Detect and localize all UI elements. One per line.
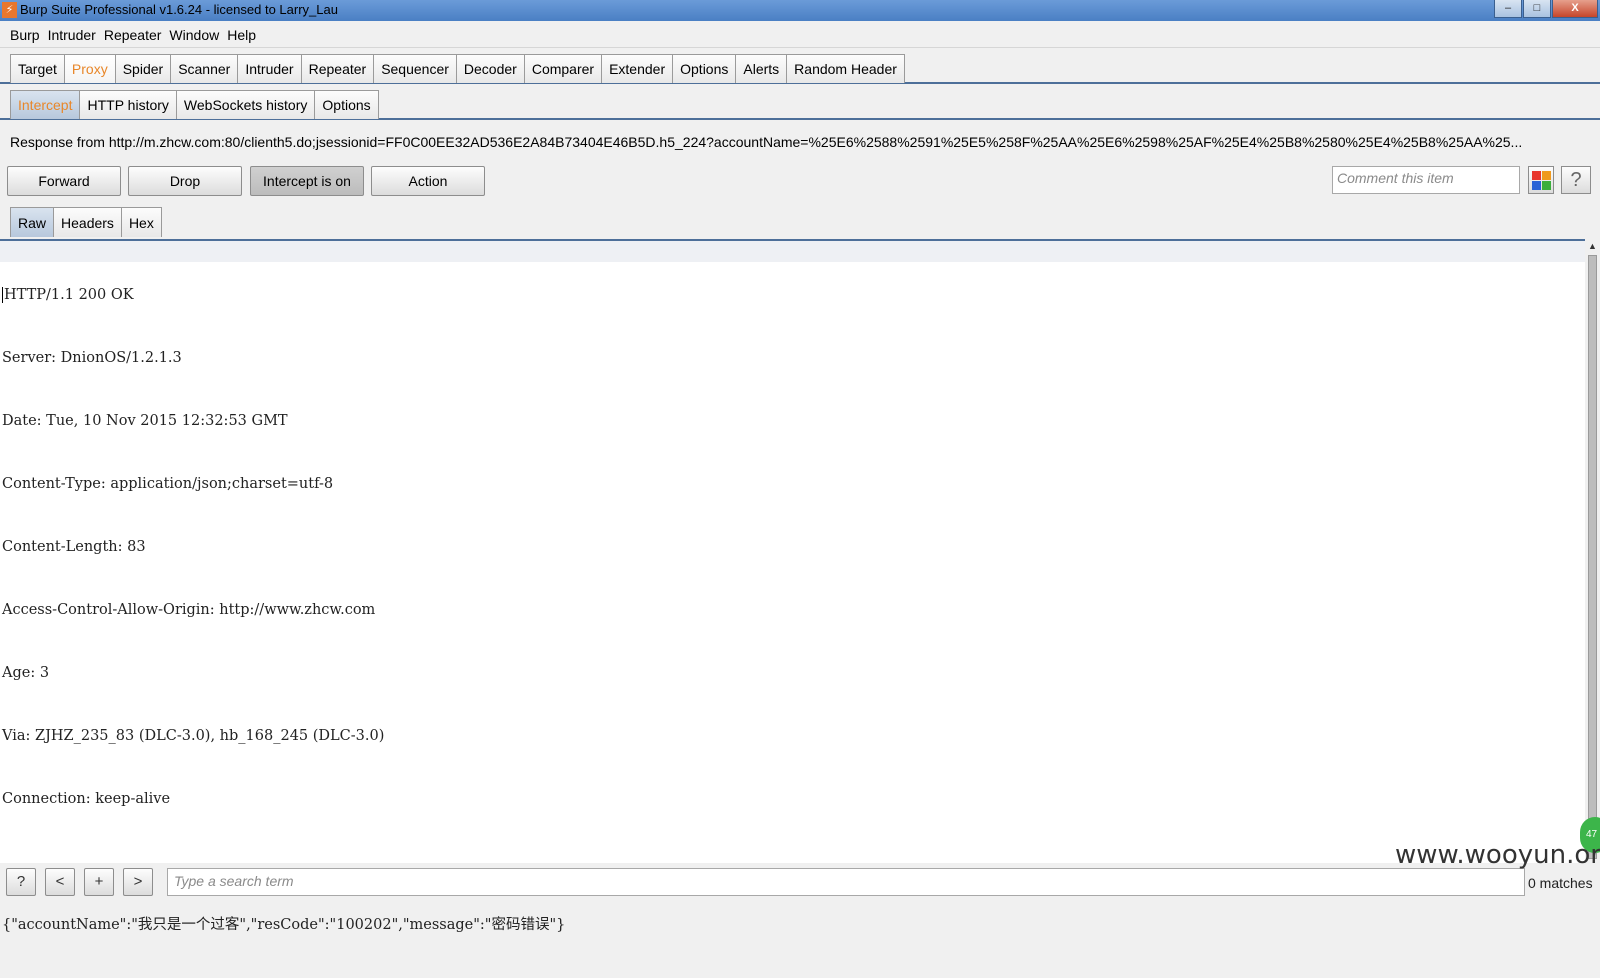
- tab-websockets-history[interactable]: WebSockets history: [175, 90, 316, 119]
- editor-scrollbar[interactable]: ▲: [1585, 239, 1600, 863]
- search-bar: ? < + > Type a search term 0 matches www…: [0, 840, 1600, 900]
- search-next-button[interactable]: >: [123, 868, 153, 896]
- tab-random-header[interactable]: Random Header: [786, 54, 905, 83]
- comment-input[interactable]: Comment this item: [1332, 166, 1520, 194]
- message-view-tabs: Raw Headers Hex: [10, 207, 162, 237]
- tab-repeater[interactable]: Repeater: [300, 54, 375, 83]
- tab-proxy[interactable]: Proxy: [63, 54, 116, 83]
- search-input[interactable]: Type a search term: [167, 868, 1525, 896]
- color-green-icon: [1542, 181, 1551, 190]
- text-caret: [2, 287, 3, 303]
- tab-spider[interactable]: Spider: [114, 54, 172, 83]
- tab-raw[interactable]: Raw: [10, 207, 55, 237]
- scroll-up-arrow-icon[interactable]: ▲: [1588, 241, 1597, 251]
- tab-comparer[interactable]: Comparer: [523, 54, 603, 83]
- tab-proxy-options[interactable]: Options: [314, 90, 379, 119]
- response-line: Content-Type: application/json;charset=u…: [2, 476, 334, 492]
- title-bar: ⚡ Burp Suite Professional v1.6.24 - lice…: [0, 0, 1600, 21]
- scroll-thumb[interactable]: [1588, 255, 1597, 859]
- response-line: Server: DnionOS/1.2.1.3: [2, 350, 182, 366]
- search-help-button[interactable]: ?: [6, 868, 36, 896]
- action-button[interactable]: Action: [371, 166, 485, 196]
- tab-sequencer[interactable]: Sequencer: [373, 54, 457, 83]
- response-source-line: Response from http://m.zhcw.com:80/clien…: [10, 134, 1523, 150]
- window-controls: – □ X: [1493, 0, 1598, 19]
- search-add-button[interactable]: +: [84, 868, 114, 896]
- tab-target[interactable]: Target: [10, 54, 65, 83]
- tab-intruder[interactable]: Intruder: [237, 54, 302, 83]
- response-line: Via: ZJHZ_235_83 (DLC-3.0), hb_168_245 (…: [2, 728, 385, 744]
- burp-logo-icon: ⚡: [2, 2, 17, 18]
- highlight-color-button[interactable]: [1528, 166, 1554, 194]
- window-title: Burp Suite Professional v1.6.24 - licens…: [20, 2, 338, 17]
- minimize-button[interactable]: –: [1494, 0, 1522, 18]
- response-line: Age: 3: [2, 665, 50, 681]
- help-button[interactable]: ?: [1561, 166, 1591, 194]
- tab-decoder[interactable]: Decoder: [455, 54, 525, 83]
- color-red-icon: [1532, 171, 1541, 180]
- tab-alerts[interactable]: Alerts: [735, 54, 788, 83]
- color-blue-icon: [1532, 181, 1541, 190]
- tab-extender[interactable]: Extender: [601, 54, 674, 83]
- intercept-toggle-button[interactable]: Intercept is on: [250, 166, 364, 196]
- response-line: HTTP/1.1 200 OK: [2, 287, 134, 303]
- menu-window[interactable]: Window: [165, 27, 223, 43]
- tab-intercept[interactable]: Intercept: [10, 90, 81, 119]
- menu-intruder[interactable]: Intruder: [44, 27, 100, 43]
- response-line: Date: Tue, 10 Nov 2015 12:32:53 GMT: [2, 413, 288, 429]
- maximize-button[interactable]: □: [1523, 0, 1551, 18]
- tab-http-history[interactable]: HTTP history: [79, 90, 177, 119]
- menu-repeater[interactable]: Repeater: [100, 27, 166, 43]
- watermark: www.wooyun.org: [1395, 840, 1600, 870]
- search-prev-button[interactable]: <: [45, 868, 75, 896]
- close-button[interactable]: X: [1552, 0, 1598, 18]
- forward-button[interactable]: Forward: [7, 166, 121, 196]
- response-line: Connection: keep-alive: [2, 791, 171, 807]
- main-tab-bar: Target Proxy Spider Scanner Intruder Rep…: [0, 54, 1600, 84]
- tab-options[interactable]: Options: [672, 54, 737, 83]
- proxy-tab-bar: Intercept HTTP history WebSockets histor…: [0, 90, 1600, 120]
- response-line: Content-Length: 83: [2, 539, 146, 555]
- color-orange-icon: [1542, 171, 1551, 180]
- tab-hex[interactable]: Hex: [120, 207, 162, 237]
- menu-burp[interactable]: Burp: [6, 27, 44, 43]
- response-line: Access-Control-Allow-Origin: http://www.…: [2, 602, 376, 618]
- tab-scanner[interactable]: Scanner: [170, 54, 239, 83]
- response-line: {"accountName":"我只是一个过客","resCode":"1002…: [2, 917, 566, 933]
- tab-headers[interactable]: Headers: [53, 207, 122, 237]
- drop-button[interactable]: Drop: [128, 166, 242, 196]
- response-editor[interactable]: HTTP/1.1 200 OK Server: DnionOS/1.2.1.3 …: [0, 239, 1585, 933]
- search-match-count: 0 matches: [1528, 875, 1593, 891]
- menu-bar: Burp Intruder Repeater Window Help: [0, 22, 1600, 48]
- menu-help[interactable]: Help: [223, 27, 260, 43]
